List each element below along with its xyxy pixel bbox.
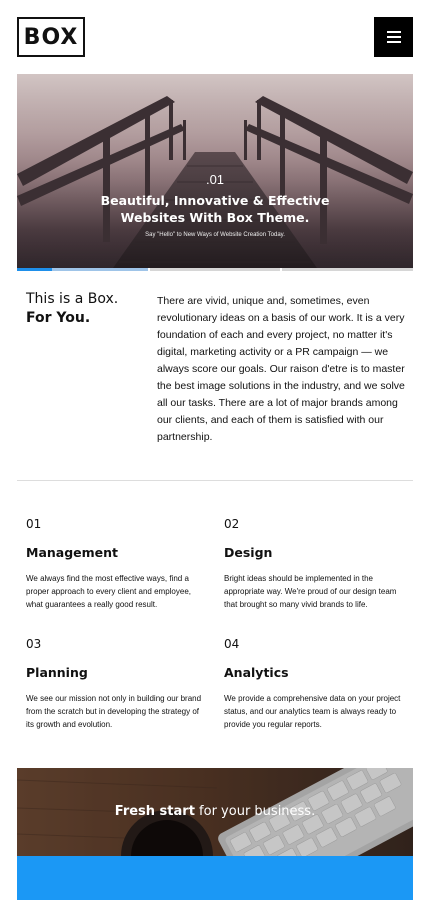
feature-analytics: 04 Analytics We provide a comprehensive … (224, 637, 406, 731)
feature-number: 01 (26, 517, 42, 531)
section-divider (17, 480, 413, 481)
hero-image-stairs (17, 74, 413, 268)
intro-heading-line2: For You. (26, 310, 91, 326)
feature-description: Bright ideas should be implemented in th… (224, 574, 397, 609)
slide-progress-fill (17, 268, 53, 271)
intro-text: There are vivid, unique and, sometimes, … (157, 295, 405, 443)
feature-title: Management (26, 545, 119, 560)
slide-indicator-1[interactable] (17, 268, 148, 271)
logo[interactable]: BOX (17, 17, 85, 57)
site-header: BOX (0, 0, 430, 74)
feature-title: Design (224, 545, 273, 560)
feature-description: We provide a comprehensive data on your … (224, 694, 401, 729)
banner-title-bold: Fresh start (114, 804, 195, 819)
slide-number: .01 (205, 172, 225, 187)
cta-bar[interactable] (17, 856, 413, 900)
feature-description: We see our mission not only in building … (26, 694, 202, 729)
hamburger-icon-line (386, 41, 401, 43)
hero-title-line1: Beautiful, Innovative & Effective (100, 193, 330, 208)
feature-number: 04 (224, 637, 240, 651)
slide-indicator-3[interactable] (282, 268, 414, 271)
hero-subtitle: Say "Hello" to New Ways of Website Creat… (145, 232, 285, 238)
slide-indicator-2[interactable] (149, 268, 281, 271)
slider-progress (17, 268, 414, 271)
feature-number: 03 (26, 637, 42, 651)
hamburger-icon-line (386, 36, 401, 38)
feature-title: Analytics (224, 665, 289, 680)
banner-title-rest: for your business. (194, 804, 316, 819)
menu-button[interactable] (374, 17, 413, 57)
banner-title: Fresh start for your business. (17, 804, 413, 819)
intro-heading: This is a Box. For You. (26, 290, 146, 328)
intro-heading-line1: This is a Box. (26, 291, 119, 307)
hero-title: Beautiful, Innovative & Effective Websit… (17, 192, 413, 226)
feature-number: 02 (224, 517, 240, 531)
feature-management: 01 Management We always find the most ef… (26, 517, 208, 611)
fresh-start-banner: Fresh start for your business. (17, 768, 413, 858)
feature-planning: 03 Planning We see our mission not only … (26, 637, 208, 731)
hero-slider[interactable]: .01 Beautiful, Innovative & Effective We… (17, 74, 413, 268)
hamburger-icon (386, 31, 401, 33)
feature-description: We always find the most effective ways, … (26, 574, 191, 609)
feature-design: 02 Design Bright ideas should be impleme… (224, 517, 406, 611)
feature-title: Planning (26, 665, 88, 680)
hero-title-line2: Websites With Box Theme. (120, 210, 310, 225)
